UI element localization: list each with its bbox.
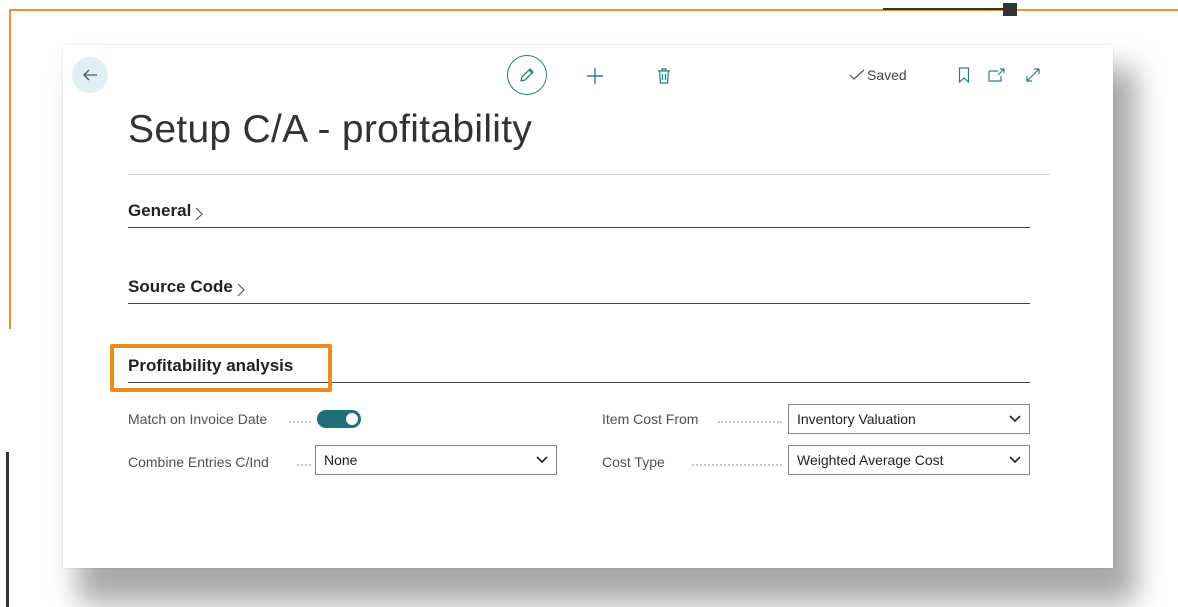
back-button[interactable] <box>72 57 108 93</box>
chevron-right-icon <box>194 207 204 221</box>
section-source-code[interactable]: Source Code <box>128 272 1030 304</box>
new-button[interactable] <box>585 66 605 86</box>
plus-icon <box>587 68 603 84</box>
bookmark-button[interactable] <box>956 66 972 84</box>
connector-line <box>883 8 1003 10</box>
chevron-down-icon <box>1009 456 1021 464</box>
match-on-invoice-date-label: Match on Invoice Date <box>128 411 268 427</box>
combine-entries-value: None <box>324 452 358 468</box>
title-divider <box>128 174 1050 175</box>
chevron-down-icon <box>1009 415 1021 423</box>
toggle-knob <box>346 413 358 425</box>
edit-pencil-icon <box>520 68 534 82</box>
section-source-code-label: Source Code <box>128 277 233 296</box>
highlight-box <box>110 344 332 392</box>
back-arrow-icon <box>83 69 97 81</box>
item-cost-from-select[interactable]: Inventory Valuation <box>788 404 1030 434</box>
field-leader-dots <box>297 464 311 466</box>
open-in-new-icon <box>988 68 1005 82</box>
trash-icon <box>658 68 670 84</box>
saved-label: Saved <box>867 67 907 83</box>
cost-type-value: Weighted Average Cost <box>797 452 944 468</box>
check-icon <box>849 69 865 80</box>
frame-line-left <box>9 9 11 329</box>
cost-type-label: Cost Type <box>602 454 665 470</box>
expand-icon <box>1026 68 1040 82</box>
saved-status: Saved <box>849 67 907 83</box>
field-leader-dots <box>289 421 311 423</box>
edit-button[interactable] <box>507 55 547 95</box>
bookmark-icon <box>958 67 970 83</box>
page-title: Setup C/A - profitability <box>128 108 533 151</box>
section-general[interactable]: General <box>128 196 1030 228</box>
expand-button[interactable] <box>1024 66 1042 84</box>
combine-entries-label: Combine Entries C/Ind <box>128 454 269 470</box>
item-cost-from-label: Item Cost From <box>602 411 699 427</box>
match-on-invoice-date-toggle[interactable] <box>317 410 361 428</box>
item-cost-from-value: Inventory Valuation <box>797 411 916 427</box>
connector-handle <box>1003 3 1017 16</box>
frame-line-left-dark <box>6 452 9 607</box>
combine-entries-select[interactable]: None <box>315 445 557 475</box>
field-leader-dots <box>718 421 782 423</box>
section-general-label: General <box>128 201 192 220</box>
delete-button[interactable] <box>654 66 674 86</box>
cost-type-select[interactable]: Weighted Average Cost <box>788 445 1030 475</box>
chevron-right-icon <box>236 283 245 297</box>
open-new-window-button[interactable] <box>988 66 1006 84</box>
field-leader-dots <box>692 464 782 466</box>
chevron-down-icon <box>536 456 548 464</box>
